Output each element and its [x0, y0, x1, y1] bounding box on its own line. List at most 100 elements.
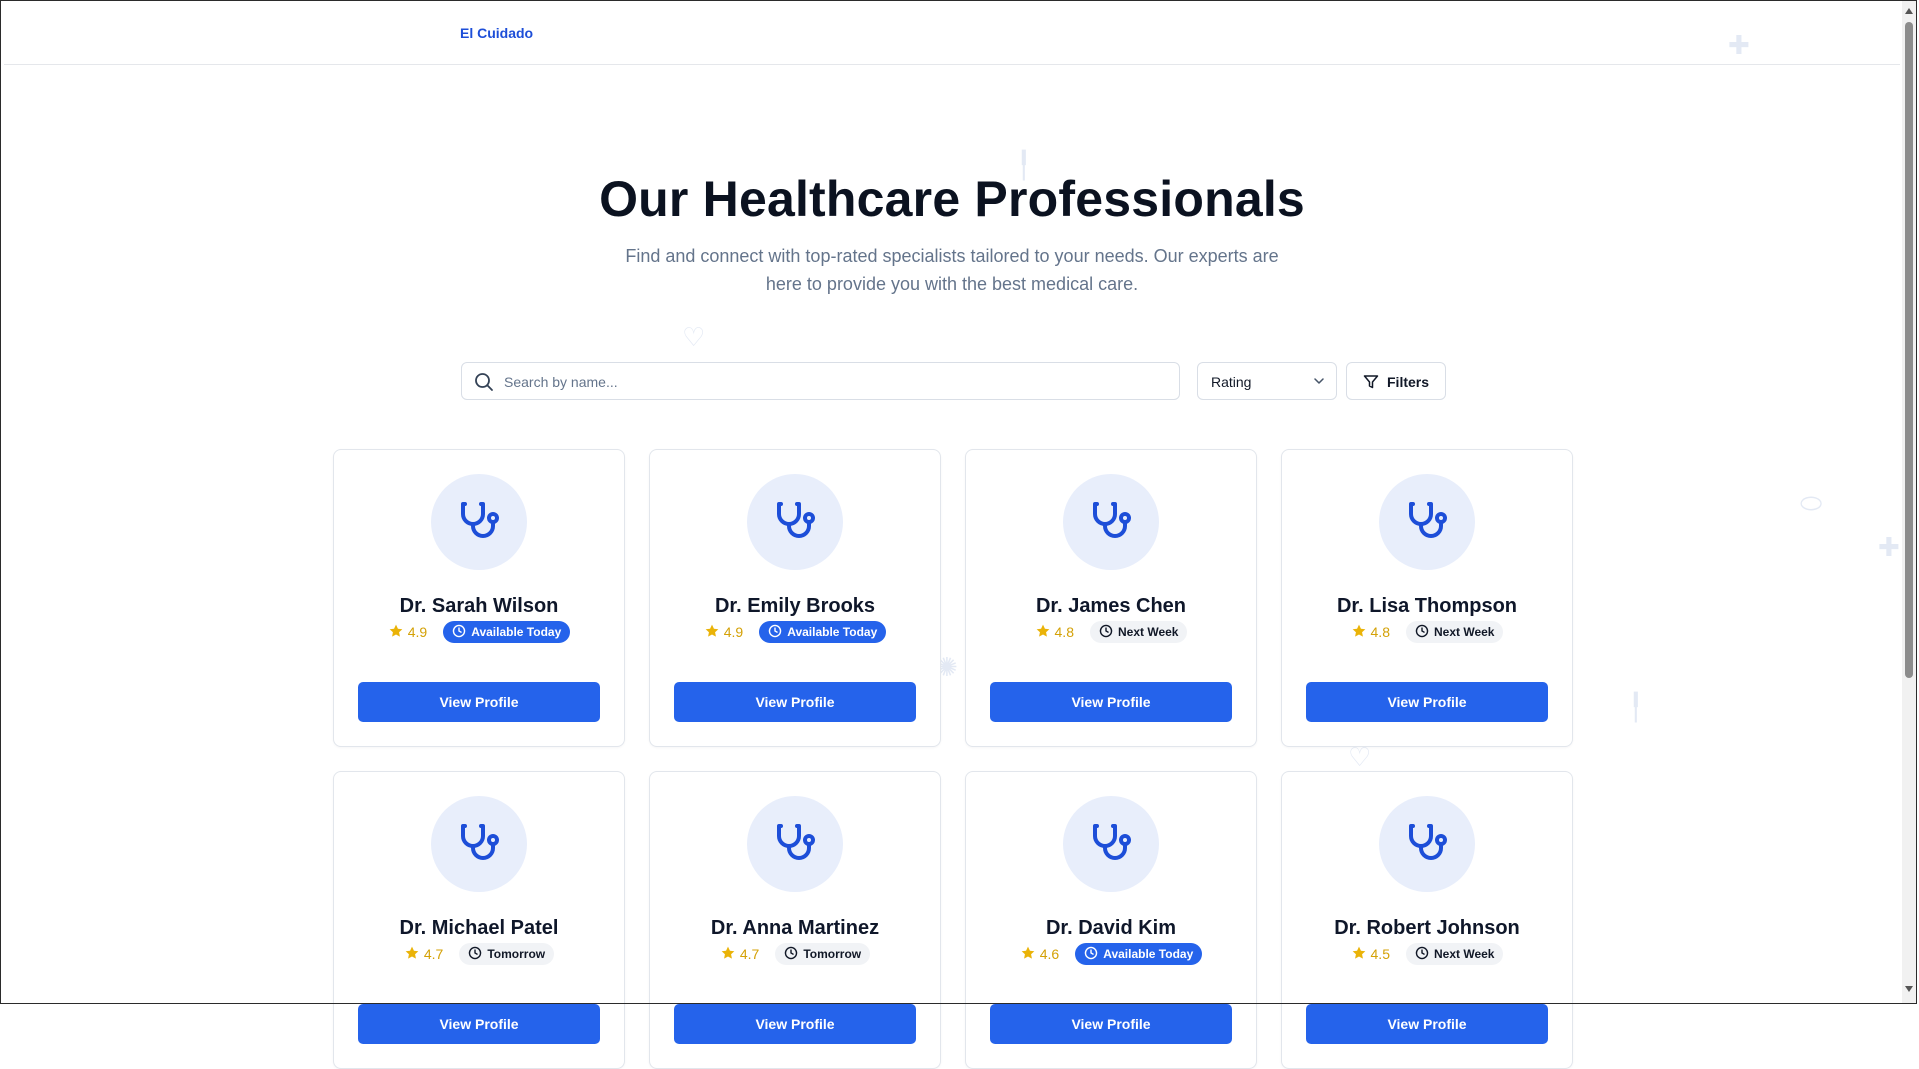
availability-label: Tomorrow	[803, 947, 862, 961]
doctor-meta: 4.7 Tomorrow	[334, 943, 624, 965]
star-icon	[704, 623, 720, 642]
doctor-meta: 4.8 Next Week	[1282, 621, 1572, 643]
doctor-meta: 4.7 Tomorrow	[650, 943, 940, 965]
rating-value: 4.9	[407, 624, 428, 640]
clock-icon	[784, 946, 798, 963]
star-icon	[404, 945, 420, 964]
doctor-avatar	[1379, 796, 1475, 892]
doctor-avatar	[431, 796, 527, 892]
doctor-card: Dr. Robert Johnson 4.5 Next Week View Profi…	[1281, 771, 1573, 1069]
view-profile-button[interactable]: View Profile	[990, 1004, 1232, 1044]
window-frame	[0, 0, 1917, 1004]
doctor-name: Dr. Michael Patel	[399, 917, 559, 939]
doctor-name: Dr. Robert Johnson	[1334, 917, 1520, 939]
doctor-meta: 4.8 Next Week	[966, 621, 1256, 643]
availability-badge: Available Today	[759, 621, 887, 643]
availability-label: Available Today	[471, 625, 562, 639]
doctor-avatar	[1379, 474, 1475, 570]
cross-decoration-icon: ✚	[1728, 30, 1750, 60]
doctor-name: Dr. Anna Martinez	[710, 917, 880, 939]
view-profile-button[interactable]: View Profile	[358, 1004, 600, 1044]
doctor-avatar	[1063, 796, 1159, 892]
view-profile-button[interactable]: View Profile	[674, 682, 916, 722]
rating: 4.7	[720, 945, 759, 964]
availability-label: Next Week	[1433, 625, 1495, 639]
scroll-up-arrow[interactable]	[1905, 8, 1913, 14]
search-input[interactable]	[502, 363, 1166, 401]
chevron-down-icon	[1312, 374, 1326, 393]
star-icon	[720, 945, 736, 964]
rating: 4.8	[1351, 623, 1390, 642]
doctor-card: Dr. Michael Patel 4.7 Tomorrow View Profile	[333, 771, 625, 1069]
doctor-card: Dr. Sarah Wilson 4.9 Available Today View P…	[333, 449, 625, 747]
doctor-meta: 4.9 Available Today	[334, 621, 624, 643]
rating-value: 4.5	[1370, 946, 1390, 962]
view-profile-button[interactable]: View Profile	[358, 682, 600, 722]
pill-decoration-icon: ⬭	[1800, 488, 1823, 518]
scroll-down-arrow[interactable]	[1905, 986, 1913, 992]
sort-select[interactable]: Rating	[1197, 362, 1337, 400]
doctor-avatar	[431, 474, 527, 570]
rating: 4.9	[388, 623, 427, 642]
view-profile-button[interactable]: View Profile	[990, 682, 1232, 722]
brand-link[interactable]: El Cuidado	[460, 25, 533, 41]
doctor-meta: 4.9 Available Today	[650, 621, 940, 643]
page-title: Our Healthcare Professionals	[599, 171, 1305, 227]
doctor-card: Dr. Emily Brooks 4.9 Available Today View P…	[649, 449, 941, 747]
clock-icon	[1099, 624, 1113, 641]
star-icon	[388, 623, 404, 642]
doctor-name: Dr. Lisa Thompson	[1336, 595, 1518, 617]
doctor-avatar	[747, 796, 843, 892]
rating: 4.8	[1035, 623, 1074, 642]
rating: 4.7	[404, 945, 443, 964]
doctor-card: Dr. Anna Martinez 4.7 Tomorrow View Profile	[649, 771, 941, 1069]
star-icon	[1020, 945, 1036, 964]
view-profile-button[interactable]: View Profile	[1306, 682, 1548, 722]
doctor-card: Dr. James Chen 4.8 Next Week View Profile	[965, 449, 1257, 747]
rating-value: 4.7	[423, 946, 444, 962]
rating-value: 4.9	[723, 624, 744, 640]
clock-icon	[768, 624, 782, 641]
rating: 4.6	[1020, 945, 1059, 964]
availability-badge: Available Today	[443, 621, 571, 643]
availability-badge: Available Today	[1075, 943, 1203, 965]
doctor-meta: 4.5 Next Week	[1282, 943, 1572, 965]
rating-value: 4.7	[739, 946, 760, 962]
star-icon	[1351, 623, 1367, 642]
rating-value: 4.8	[1054, 624, 1074, 640]
filter-icon	[1363, 374, 1379, 395]
availability-label: Next Week	[1117, 625, 1179, 639]
search-box[interactable]	[461, 362, 1180, 401]
search-icon	[474, 372, 494, 397]
availability-badge: Tomorrow	[775, 943, 871, 965]
doctor-name: Dr. Sarah Wilson	[399, 595, 559, 617]
clock-icon	[1084, 946, 1098, 963]
clock-icon	[468, 946, 482, 963]
scrollbar-thumb[interactable]	[1905, 22, 1913, 678]
clock-icon	[452, 624, 466, 641]
doctor-avatar	[1063, 474, 1159, 570]
availability-label: Next Week	[1433, 947, 1495, 961]
filters-label: Filters	[1387, 374, 1430, 390]
doctor-name: Dr. David Kim	[1045, 917, 1177, 939]
rating-value: 4.8	[1370, 624, 1390, 640]
doctor-card: Dr. David Kim 4.6 Available Today View Prof…	[965, 771, 1257, 1069]
doctor-meta: 4.6 Available Today	[966, 943, 1256, 965]
top-navbar: El Cuidado	[4, 1, 1900, 65]
availability-badge: Tomorrow	[459, 943, 555, 965]
availability-badge: Next Week	[1405, 621, 1504, 643]
availability-badge: Next Week	[1089, 621, 1188, 643]
view-profile-button[interactable]: View Profile	[674, 1004, 916, 1044]
availability-label: Tomorrow	[487, 947, 546, 961]
syringe-decoration-icon: ╿	[1628, 692, 1644, 722]
page-subtitle: Find and connect with top-rated speciali…	[625, 246, 1279, 294]
availability-label: Available Today	[787, 625, 878, 639]
clock-icon	[1415, 624, 1429, 641]
view-profile-button[interactable]: View Profile	[1306, 1004, 1548, 1044]
rating: 4.9	[704, 623, 743, 642]
star-icon	[1035, 623, 1051, 642]
clock-icon	[1415, 946, 1429, 963]
doctor-card: Dr. Lisa Thompson 4.8 Next Week View Profil…	[1281, 449, 1573, 747]
heart-decoration-icon: ♡	[682, 322, 706, 352]
filters-button[interactable]: Filters	[1346, 362, 1446, 400]
